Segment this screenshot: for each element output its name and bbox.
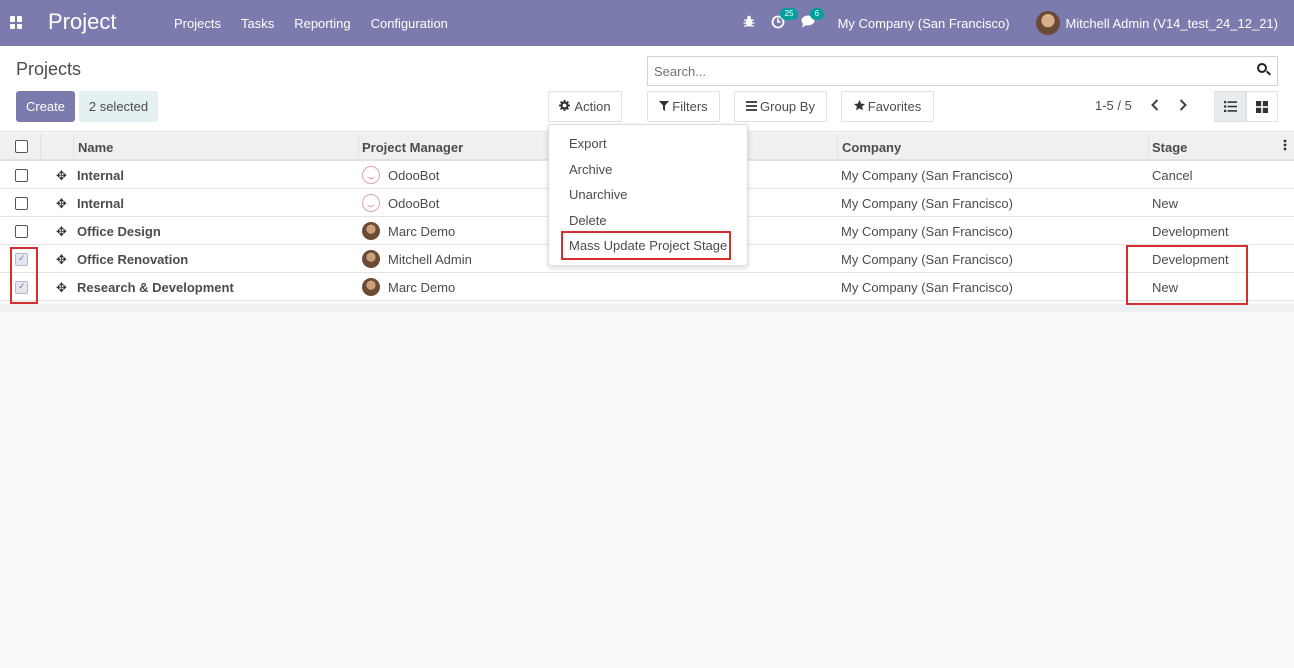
- search-icon[interactable]: [1257, 63, 1271, 77]
- column-divider: [40, 133, 41, 161]
- project-manager: OdooBot: [388, 168, 440, 183]
- list-view-icon[interactable]: [1214, 91, 1246, 122]
- project-company: My Company (San Francisco): [841, 280, 1013, 295]
- bars-icon: [746, 99, 758, 114]
- filter-funnel-icon: [659, 99, 670, 114]
- menu-item-delete[interactable]: Delete: [569, 213, 607, 228]
- project-name: Office Renovation: [77, 252, 189, 267]
- project-company: My Company (San Francisco): [841, 196, 1013, 211]
- avatar: [362, 166, 380, 184]
- project-name: Office Design: [77, 224, 161, 239]
- menu-item-reporting[interactable]: Reporting: [284, 16, 360, 31]
- search-input[interactable]: Search...: [654, 64, 706, 79]
- apps-menu-icon[interactable]: [10, 16, 23, 29]
- column-header-name[interactable]: Name: [78, 140, 113, 155]
- select-all-checkbox[interactable]: [15, 140, 28, 153]
- row-checkbox[interactable]: [15, 197, 28, 210]
- user-avatar: [1035, 11, 1060, 35]
- search-bar[interactable]: Search...: [647, 56, 1278, 86]
- drag-handle-icon[interactable]: ✥: [56, 280, 67, 296]
- menu-item-unarchive[interactable]: Unarchive: [569, 187, 628, 202]
- menu-item-configuration[interactable]: Configuration: [361, 16, 458, 31]
- debug-bug-icon[interactable]: [743, 15, 755, 31]
- project-company: My Company (San Francisco): [841, 168, 1013, 183]
- column-header-stage[interactable]: Stage: [1152, 140, 1187, 155]
- avatar: [362, 194, 380, 212]
- project-manager: Marc Demo: [388, 280, 456, 295]
- row-checkbox[interactable]: [15, 169, 28, 182]
- pager-next-icon[interactable]: [1173, 94, 1193, 116]
- favorites-button[interactable]: Favorites: [841, 91, 934, 122]
- kanban-view-icon[interactable]: [1246, 91, 1278, 122]
- star-icon: [853, 99, 865, 114]
- create-button[interactable]: Create: [16, 91, 75, 122]
- avatar: [362, 250, 380, 268]
- gear-icon: [559, 99, 571, 114]
- optional-columns-icon[interactable]: [1283, 139, 1287, 154]
- messages-icon[interactable]: 6: [801, 8, 825, 31]
- avatar: [362, 222, 380, 240]
- column-divider: [73, 133, 74, 161]
- highlight-stage-values: [1126, 245, 1248, 305]
- project-manager: Mitchell Admin: [388, 252, 472, 267]
- action-label: Action: [574, 99, 611, 114]
- project-company: My Company (San Francisco): [841, 224, 1013, 239]
- column-divider: [1148, 133, 1149, 161]
- column-divider: [837, 133, 838, 161]
- message-count-badge: 6: [809, 8, 825, 20]
- column-header-company[interactable]: Company: [842, 140, 901, 155]
- table-footer: [0, 304, 1294, 312]
- groupby-button[interactable]: Group By: [734, 91, 827, 122]
- table-row[interactable]: ✥ Research & Development Marc Demo My Co…: [0, 273, 1294, 301]
- selected-count: 2 selected: [79, 91, 158, 122]
- company-switcher[interactable]: My Company (San Francisco): [838, 16, 1010, 31]
- project-stage: Development: [1152, 224, 1229, 239]
- user-menu[interactable]: Mitchell Admin (V14_test_24_12_21): [1035, 11, 1278, 35]
- pager-previous-icon[interactable]: [1145, 94, 1165, 116]
- user-name: Mitchell Admin (V14_test_24_12_21): [1065, 15, 1278, 31]
- avatar: [362, 278, 380, 296]
- app-brand[interactable]: Project: [48, 9, 116, 35]
- menu-item-export[interactable]: Export: [569, 136, 607, 151]
- project-manager: Marc Demo: [388, 224, 456, 239]
- menu-item-tasks[interactable]: Tasks: [231, 16, 284, 31]
- highlight-mass-update: [561, 231, 731, 260]
- pager-value[interactable]: 1-5 / 5: [1095, 98, 1132, 113]
- filters-button[interactable]: Filters: [647, 91, 720, 122]
- column-header-manager[interactable]: Project Manager: [362, 140, 463, 155]
- menu-item-projects[interactable]: Projects: [164, 16, 231, 31]
- drag-handle-icon[interactable]: ✥: [56, 224, 67, 240]
- drag-handle-icon[interactable]: ✥: [56, 196, 67, 212]
- filters-label: Filters: [672, 99, 708, 114]
- row-checkbox[interactable]: [15, 225, 28, 238]
- highlight-selected-checkboxes: [10, 247, 38, 304]
- project-company: My Company (San Francisco): [841, 252, 1013, 267]
- systray: 25 6 My Company (San Francisco) Mitchell…: [743, 0, 1294, 46]
- activity-count-badge: 25: [779, 7, 799, 20]
- project-name: Internal: [77, 196, 124, 211]
- project-stage: New: [1152, 196, 1179, 211]
- project-stage: Cancel: [1152, 168, 1193, 183]
- top-navbar: Project Projects Tasks Reporting Configu…: [0, 0, 1294, 46]
- menu-item-archive[interactable]: Archive: [569, 162, 612, 177]
- groupby-label: Group By: [760, 99, 815, 114]
- favorites-label: Favorites: [867, 99, 922, 114]
- action-button[interactable]: Action: [548, 91, 622, 122]
- project-manager: OdooBot: [388, 196, 440, 211]
- drag-handle-icon[interactable]: ✥: [56, 252, 67, 268]
- main-menu: Projects Tasks Reporting Configuration: [164, 0, 458, 46]
- project-name: Internal: [77, 168, 124, 183]
- control-panel: Projects Create 2 selected Action Search…: [0, 46, 1294, 132]
- activity-clock-icon[interactable]: 25: [771, 7, 799, 32]
- project-name: Research & Development: [77, 280, 234, 295]
- drag-handle-icon[interactable]: ✥: [56, 168, 67, 184]
- column-divider: [358, 133, 359, 161]
- page-title: Projects: [16, 59, 82, 79]
